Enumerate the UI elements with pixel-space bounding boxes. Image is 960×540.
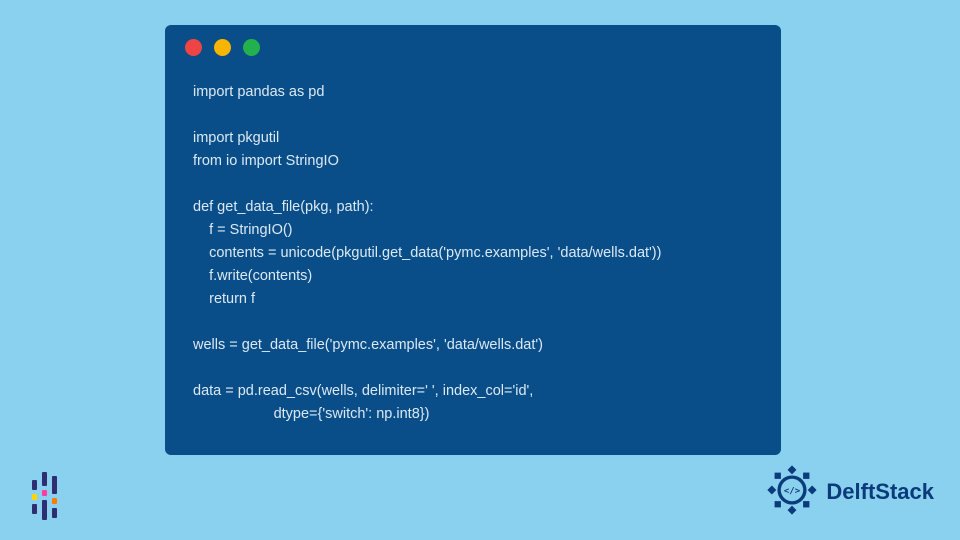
svg-text:</>: </> — [784, 486, 800, 496]
window-dot-green-icon — [243, 39, 260, 56]
brand-name: DelftStack — [826, 479, 934, 505]
left-logo-icon — [32, 472, 72, 522]
delftstack-badge-icon: </> — [764, 462, 820, 522]
code-window: import pandas as pd import pkgutil from … — [165, 25, 781, 455]
window-dot-red-icon — [185, 39, 202, 56]
window-dot-yellow-icon — [214, 39, 231, 56]
brand-logo: </> DelftStack — [764, 462, 934, 522]
window-dot-row — [185, 39, 260, 56]
code-content: import pandas as pd import pkgutil from … — [193, 81, 761, 426]
